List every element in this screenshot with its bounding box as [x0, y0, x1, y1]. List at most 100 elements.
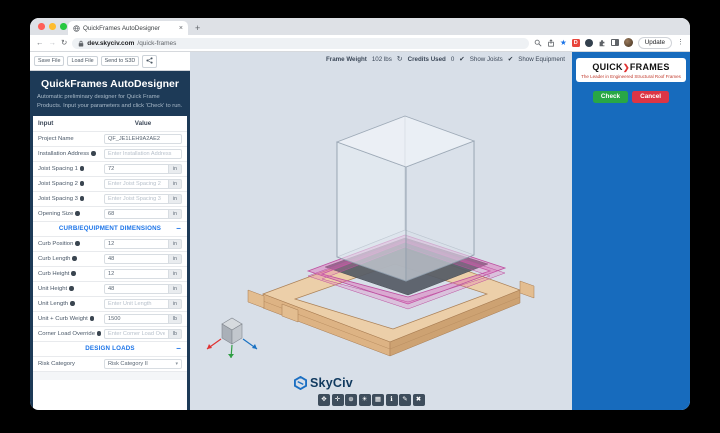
row-label: Curb Length	[38, 256, 104, 262]
window-zoom-button[interactable]	[60, 23, 67, 30]
row-label: Installation Address	[38, 151, 104, 157]
views-button[interactable]: ▦	[372, 394, 384, 406]
header-value: Value	[134, 119, 152, 127]
cancel-button[interactable]: Cancel	[632, 90, 670, 103]
joist-spacing-3-input[interactable]	[104, 193, 169, 204]
opening-size-input[interactable]	[104, 208, 169, 219]
unit-height-input[interactable]	[104, 283, 169, 294]
info-icon[interactable]	[69, 286, 74, 291]
project-name-input[interactable]	[104, 133, 182, 144]
address-bar[interactable]: dev.skyciv.com/quick-frames	[72, 37, 529, 49]
risk-category-select[interactable]: Risk Category II ▾	[104, 358, 182, 369]
table-row: Curb Height in	[33, 265, 187, 281]
unit-button[interactable]: in	[169, 178, 182, 189]
window-close-button[interactable]	[38, 23, 45, 30]
info-icon[interactable]	[70, 301, 75, 306]
unit-button[interactable]: in	[169, 193, 182, 204]
curb-position-input[interactable]	[104, 238, 169, 249]
back-icon[interactable]: ←	[36, 39, 44, 47]
unit-button[interactable]: in	[169, 208, 182, 219]
bookmark-star-icon[interactable]: ★	[560, 39, 567, 47]
unit-button[interactable]: lb	[169, 313, 182, 324]
side-panel-icon[interactable]	[610, 39, 619, 47]
row-label: Curb Position	[38, 241, 104, 247]
section-curb-equipment[interactable]: CURB/EQUIPMENT DIMENSIONS −	[33, 220, 187, 236]
orientation-cube[interactable]	[206, 317, 258, 359]
move-tool-button[interactable]: ✛	[331, 394, 344, 406]
show-equipment-checkbox[interactable]: ✔	[508, 55, 513, 63]
joist-spacing-1-input[interactable]	[104, 163, 169, 174]
check-button[interactable]: Check	[592, 90, 629, 103]
window-minimize-button[interactable]	[49, 23, 56, 30]
collapse-icon[interactable]: −	[176, 224, 181, 233]
profile-avatar[interactable]	[623, 38, 633, 48]
table-row: Joist Spacing 1 in	[33, 160, 187, 176]
info-icon[interactable]	[79, 196, 85, 201]
refresh-credits-icon[interactable]: ↻	[397, 56, 403, 63]
installation-address-input[interactable]	[104, 148, 182, 159]
info-icon[interactable]	[96, 331, 102, 336]
show-joists-checkbox[interactable]: ✔	[459, 55, 464, 63]
table-row: Unit Height in	[33, 280, 187, 296]
info-icon[interactable]	[89, 316, 95, 321]
quickframes-logo-card: QUICK❯FRAMES The Leader in Engineered St…	[576, 58, 686, 82]
unit-length-input[interactable]	[104, 298, 169, 309]
info-icon[interactable]	[75, 211, 80, 216]
light-toggle-button[interactable]: ☀	[358, 394, 371, 406]
unit-button[interactable]: in	[169, 238, 182, 249]
unit-button[interactable]: in	[169, 268, 182, 279]
extension-d-icon[interactable]: D	[571, 38, 580, 47]
share-model-button[interactable]	[142, 54, 158, 68]
load-file-button[interactable]: Load File	[67, 56, 98, 67]
joist-spacing-2-input[interactable]	[104, 178, 169, 189]
viewport-3d[interactable]: Frame Weight 102 lbs ↻ Credits Used 0 ✔ …	[190, 52, 572, 410]
share-icon[interactable]	[547, 39, 555, 47]
table-row: Opening Size in	[33, 205, 187, 221]
reload-icon[interactable]: ↻	[61, 39, 67, 47]
unit-button[interactable]: in	[169, 253, 182, 264]
info-button[interactable]: ℹ	[385, 394, 398, 406]
forward-icon[interactable]: →	[49, 39, 57, 47]
unit-button[interactable]: in	[169, 163, 182, 174]
curb-length-input[interactable]	[104, 253, 169, 264]
save-file-button[interactable]: Save File	[34, 56, 65, 67]
unit-button[interactable]: in	[169, 283, 182, 294]
skyciv-hexagon-icon	[294, 376, 307, 390]
search-icon[interactable]	[534, 39, 542, 47]
new-tab-button[interactable]: +	[195, 24, 200, 35]
extension-dot-icon[interactable]	[584, 38, 593, 47]
send-to-s3d-button[interactable]: Send to S3D	[100, 56, 140, 67]
info-icon[interactable]	[79, 181, 85, 186]
table-row: Curb Position in	[33, 235, 187, 251]
extensions-puzzle-icon[interactable]	[598, 39, 606, 47]
info-icon[interactable]	[79, 166, 85, 171]
unit-button[interactable]: in	[169, 298, 182, 309]
table-row: Project Name	[33, 130, 187, 146]
input-table: Input Value Project Name Installation Ad…	[33, 115, 187, 410]
table-row: Unit + Curb Weight lb	[33, 310, 187, 326]
model-scene[interactable]	[190, 52, 572, 410]
unit-curb-weight-input[interactable]	[104, 313, 169, 324]
viewport-statusbar: Frame Weight 102 lbs ↻ Credits Used 0 ✔ …	[326, 55, 565, 64]
curb-height-input[interactable]	[104, 268, 169, 279]
credits-used-label: Credits Used	[407, 55, 446, 63]
zoom-fit-button[interactable]: ⊕	[345, 394, 357, 406]
info-icon[interactable]	[71, 271, 76, 276]
collapse-icon[interactable]: −	[176, 344, 181, 353]
pan-tool-button[interactable]: ✥	[318, 394, 330, 406]
corner-load-override-input[interactable]	[104, 328, 169, 339]
browser-tab[interactable]: QuickFrames AutoDesigner ×	[68, 21, 188, 35]
skyciv-wordmark: SkyCiv	[310, 376, 353, 390]
info-icon[interactable]	[72, 256, 77, 261]
annotate-button[interactable]: ✎	[399, 394, 411, 406]
browser-menu-icon[interactable]: ⋮	[677, 39, 684, 46]
quickframes-tagline: The Leader in Engineered Structural Roof…	[581, 73, 681, 79]
tab-close-icon[interactable]: ×	[179, 25, 183, 32]
update-button[interactable]: Update	[637, 37, 672, 49]
table-row: Corner Load Override lb	[33, 325, 187, 341]
info-icon[interactable]	[91, 151, 96, 156]
delete-button[interactable]: ✖	[412, 394, 425, 406]
info-icon[interactable]	[75, 241, 80, 246]
unit-button[interactable]: lb	[169, 328, 182, 339]
section-design-loads[interactable]: DESIGN LOADS −	[33, 340, 187, 356]
